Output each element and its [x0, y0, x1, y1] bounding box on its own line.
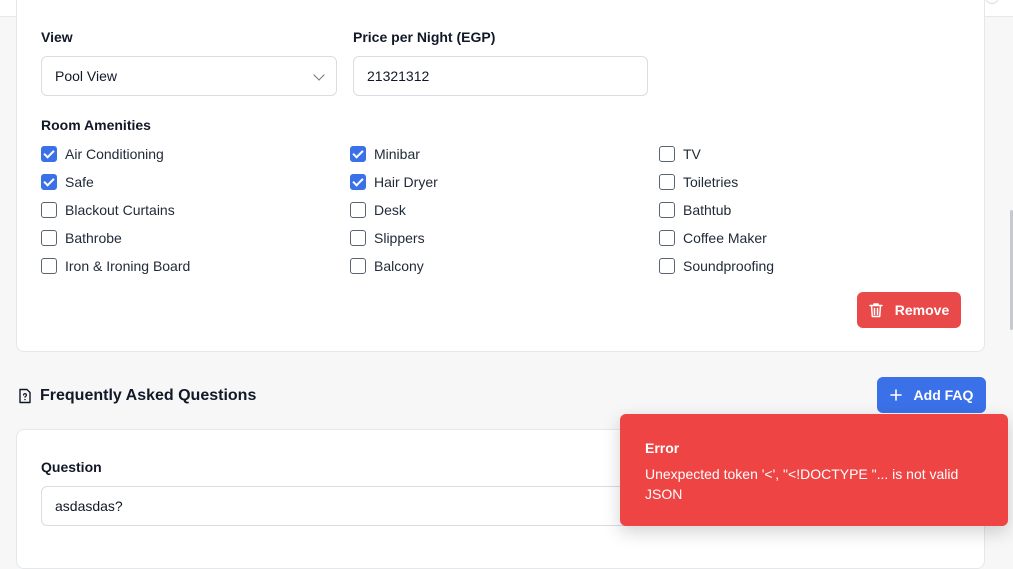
- amenity-label: Iron & Ironing Board: [65, 258, 191, 274]
- add-faq-label: Add FAQ: [913, 387, 974, 403]
- checkbox-unchecked-icon[interactable]: [41, 202, 57, 218]
- amenity-checkbox[interactable]: Air Conditioning: [41, 144, 164, 164]
- faq-document-icon: [19, 388, 31, 404]
- checkbox-unchecked-icon[interactable]: [659, 258, 675, 274]
- amenity-label: Bathtub: [683, 202, 732, 218]
- amenity-checkbox[interactable]: Minibar: [350, 144, 420, 164]
- faq-section-title: Frequently Asked Questions: [18, 385, 256, 407]
- price-label: Price per Night (EGP): [353, 29, 496, 45]
- amenity-checkbox[interactable]: Hair Dryer: [350, 172, 438, 192]
- amenity-label: TV: [683, 146, 701, 162]
- checkbox-unchecked-icon[interactable]: [659, 146, 675, 162]
- remove-button[interactable]: Remove: [857, 292, 961, 328]
- checkbox-unchecked-icon[interactable]: [41, 258, 57, 274]
- checkbox-unchecked-icon[interactable]: [350, 230, 366, 246]
- amenity-checkbox[interactable]: Desk: [350, 200, 406, 220]
- room-card: [16, 0, 985, 352]
- checkbox-checked-icon[interactable]: [41, 174, 57, 190]
- plus-icon: [889, 389, 902, 401]
- error-toast[interactable]: Error Unexpected token '<', "<!DOCTYPE "…: [620, 414, 1008, 526]
- amenity-label: Coffee Maker: [683, 230, 767, 246]
- amenity-checkbox[interactable]: Slippers: [350, 228, 425, 248]
- price-input[interactable]: 21321312: [353, 56, 648, 96]
- checkbox-checked-icon[interactable]: [350, 146, 366, 162]
- amenity-checkbox[interactable]: Bathrobe: [41, 228, 122, 248]
- faq-title: Frequently Asked Questions: [40, 387, 257, 404]
- checkbox-checked-icon[interactable]: [41, 146, 57, 162]
- checkbox-unchecked-icon[interactable]: [41, 230, 57, 246]
- amenity-checkbox[interactable]: Blackout Curtains: [41, 200, 175, 220]
- top-bar-avatar[interactable]: [985, 0, 999, 4]
- amenity-label: Bathrobe: [65, 230, 122, 246]
- amenity-label: Blackout Curtains: [65, 202, 175, 218]
- checkbox-unchecked-icon[interactable]: [659, 174, 675, 190]
- amenity-label: Air Conditioning: [65, 146, 164, 162]
- amenity-checkbox[interactable]: Coffee Maker: [659, 228, 767, 248]
- amenity-label: Balcony: [374, 258, 424, 274]
- amenity-checkbox[interactable]: Soundproofing: [659, 256, 774, 276]
- amenity-label: Toiletries: [683, 174, 739, 190]
- question-input[interactable]: asdasdas?: [41, 486, 641, 526]
- view-select-value: Pool View: [55, 68, 118, 84]
- chevron-down-icon: [313, 69, 325, 81]
- amenity-label: Slippers: [374, 230, 425, 246]
- question-input-value: asdasdas?: [55, 498, 123, 514]
- view-select[interactable]: Pool View: [41, 56, 337, 96]
- price-input-value: 21321312: [367, 68, 430, 84]
- amenity-checkbox[interactable]: Bathtub: [659, 200, 731, 220]
- amenity-label: Hair Dryer: [374, 174, 438, 190]
- view-label: View: [41, 29, 73, 45]
- amenity-label: Safe: [65, 174, 94, 190]
- amenity-label: Soundproofing: [683, 258, 775, 274]
- toast-message: Unexpected token '<', "<!DOCTYPE "... is…: [645, 466, 959, 502]
- amenity-label: Desk: [374, 202, 406, 218]
- amenity-checkbox[interactable]: Toiletries: [659, 172, 738, 192]
- amenities-label: Room Amenities: [41, 117, 151, 133]
- amenity-checkbox[interactable]: Iron & Ironing Board: [41, 256, 190, 276]
- question-label: Question: [41, 459, 102, 475]
- checkbox-unchecked-icon[interactable]: [659, 230, 675, 246]
- toast-title: Error: [645, 440, 680, 456]
- amenity-checkbox[interactable]: Safe: [41, 172, 94, 192]
- checkbox-checked-icon[interactable]: [350, 174, 366, 190]
- checkbox-unchecked-icon[interactable]: [350, 258, 366, 274]
- trash-icon: [869, 303, 883, 318]
- remove-button-label: Remove: [894, 302, 950, 318]
- add-faq-button[interactable]: Add FAQ: [877, 377, 986, 413]
- amenity-checkbox[interactable]: TV: [659, 144, 701, 164]
- checkbox-unchecked-icon[interactable]: [659, 202, 675, 218]
- amenity-label: Minibar: [374, 146, 420, 162]
- amenity-checkbox[interactable]: Balcony: [350, 256, 424, 276]
- checkbox-unchecked-icon[interactable]: [350, 202, 366, 218]
